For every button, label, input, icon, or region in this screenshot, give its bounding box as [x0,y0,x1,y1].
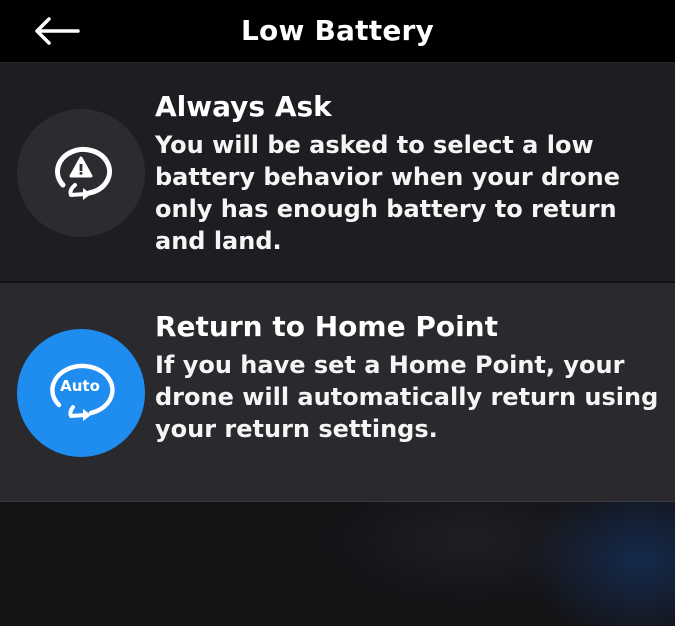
arrow-left-icon [35,17,80,45]
back-button[interactable] [30,12,84,50]
option-icon-circle-selected: Auto [17,329,145,457]
auto-return-icon: Auto [50,363,115,421]
option-always-ask[interactable]: Always Ask You will be asked to select a… [0,63,675,281]
option-icon-circle [17,109,145,237]
warning-return-icon [55,147,112,200]
option-return-to-home[interactable]: Auto Return to Home Point If you have se… [0,283,675,502]
option-description: If you have set a Home Point, your drone… [155,351,659,443]
auto-label: Auto [60,377,100,395]
page-title: Low Battery [241,14,434,47]
top-bar: Low Battery [0,0,675,63]
option-title: Return to Home Point [155,310,498,343]
option-title: Always Ask [155,90,332,123]
option-description: You will be asked to select a low batter… [155,131,620,255]
